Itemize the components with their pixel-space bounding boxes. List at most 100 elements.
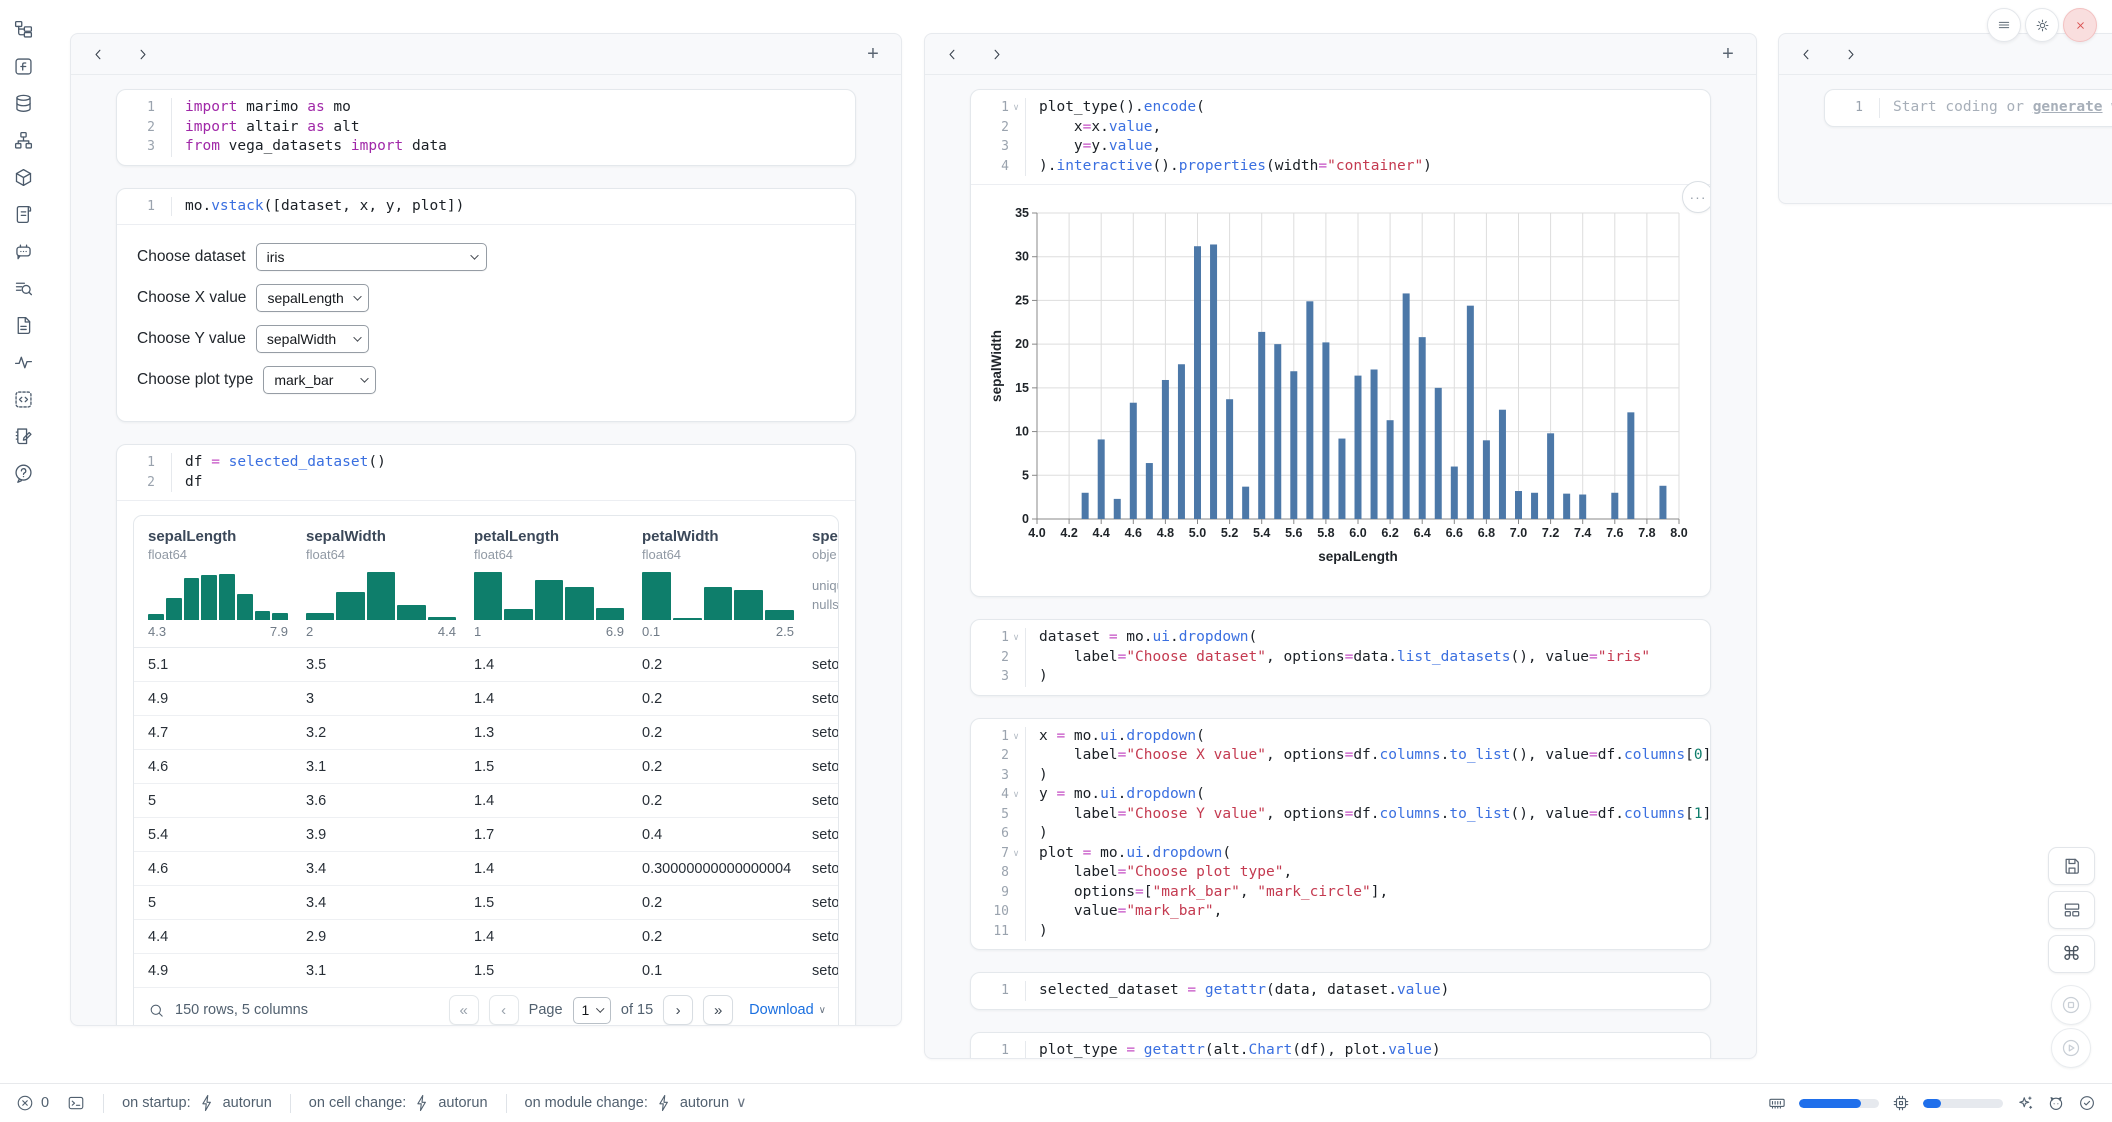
code-text[interactable]: from vega_datasets import data — [185, 137, 447, 157]
chart-bar[interactable] — [1611, 493, 1618, 519]
empty-scratch-cell[interactable]: 1Start coding or generate with — [1824, 89, 2112, 127]
vstack-cell[interactable]: 1mo.vstack([dataset, x, y, plot]) Choose… — [116, 188, 856, 423]
packages-button[interactable] — [8, 162, 38, 192]
code-text[interactable]: label="Choose X value", options=df.colum… — [1039, 746, 1711, 766]
table-row[interactable]: 5.13.51.40.2setos — [134, 648, 838, 682]
dependencies-button[interactable] — [8, 125, 38, 155]
prev-page-button[interactable]: ‹ — [489, 995, 519, 1025]
code-text[interactable]: x = mo.ui.dropdown( — [1039, 727, 1205, 747]
chart-bar[interactable] — [1194, 246, 1201, 519]
table-row[interactable]: 4.73.21.30.2setos — [134, 716, 838, 750]
dataset-select[interactable]: iris — [256, 243, 487, 271]
fold-chevron-icon[interactable]: ∨ — [1009, 727, 1023, 747]
chart-bar[interactable] — [1290, 371, 1297, 519]
file-tree-button[interactable] — [8, 14, 38, 44]
download-button[interactable]: Download∨ — [749, 1002, 826, 1018]
chart-bar[interactable] — [1226, 399, 1233, 519]
code-text[interactable]: x=x.value, — [1039, 118, 1161, 138]
chart-bar[interactable] — [1178, 364, 1185, 519]
chart-bar[interactable] — [1403, 293, 1410, 519]
chart-bar[interactable] — [1499, 410, 1506, 519]
snippets-button[interactable] — [8, 384, 38, 414]
code-text[interactable]: ).interactive().properties(width="contai… — [1039, 157, 1432, 177]
dataset-dropdown-cell[interactable]: 1∨dataset = mo.ui.dropdown(2 label="Choo… — [970, 619, 1711, 696]
code-text[interactable]: ) — [1039, 824, 1048, 844]
first-page-button[interactable]: « — [449, 995, 479, 1025]
search-variables-button[interactable] — [8, 273, 38, 303]
on-startup-setting[interactable]: on startup: autorun — [122, 1094, 272, 1112]
code-text[interactable]: import altair as alt — [185, 118, 360, 138]
y-value-select[interactable]: sepalWidth — [256, 325, 369, 353]
chart-bar[interactable] — [1451, 467, 1458, 519]
chart-bar[interactable] — [1114, 499, 1121, 519]
xy-plot-dropdown-cell[interactable]: 1∨x = mo.ui.dropdown(2 label="Choose X v… — [970, 718, 1711, 951]
code-text[interactable]: ) — [1039, 766, 1048, 786]
chart-bar[interactable] — [1210, 244, 1217, 519]
chart-cell[interactable]: 1∨plot_type().encode(2 x=x.value,3 y=y.v… — [970, 89, 1711, 597]
column-forward-button[interactable] — [131, 43, 153, 65]
chart-bar[interactable] — [1387, 420, 1394, 519]
search-icon[interactable] — [148, 1002, 165, 1019]
add-cell-button[interactable]: + — [861, 42, 885, 66]
chart-bar[interactable] — [1563, 494, 1570, 519]
column-forward-button[interactable] — [985, 43, 1007, 65]
chart-bar[interactable] — [1130, 403, 1137, 519]
chart-bar[interactable] — [1322, 342, 1329, 519]
code-text[interactable]: selected_dataset = getattr(data, dataset… — [1039, 981, 1449, 1001]
fold-chevron-icon[interactable]: ∨ — [1009, 844, 1023, 864]
code-text[interactable]: y=y.value, — [1039, 137, 1161, 157]
chart-bar[interactable] — [1258, 332, 1265, 519]
menu-button[interactable] — [1987, 8, 2021, 42]
code-text[interactable]: df — [185, 473, 202, 493]
layout-toggle-button[interactable] — [2048, 891, 2095, 929]
chart-bar[interactable] — [1579, 495, 1586, 519]
fold-chevron-icon[interactable]: ∨ — [1009, 628, 1023, 648]
table-row[interactable]: 4.63.11.50.2setos — [134, 750, 838, 784]
chart-bar[interactable] — [1515, 491, 1522, 519]
documentation-button[interactable] — [8, 310, 38, 340]
page-select[interactable]: 1 — [573, 997, 611, 1024]
datasources-button[interactable] — [8, 88, 38, 118]
table-row[interactable]: 53.41.50.2setos — [134, 886, 838, 920]
plot-type-select[interactable]: mark_bar — [263, 366, 376, 394]
chart-bar[interactable] — [1371, 369, 1378, 519]
chart-bar[interactable] — [1355, 376, 1362, 519]
code-text[interactable]: Start coding or generate with — [1893, 98, 2112, 118]
save-button[interactable] — [2048, 847, 2095, 885]
fold-chevron-icon[interactable]: ∨ — [1009, 785, 1023, 805]
table-row[interactable]: 4.931.40.2setos — [134, 682, 838, 716]
assistant-bot-icon[interactable] — [2047, 1094, 2065, 1112]
vega-actions-button[interactable]: ··· — [1682, 181, 1711, 213]
chart-bar[interactable] — [1531, 493, 1538, 519]
table-row[interactable]: 53.61.40.2setos — [134, 784, 838, 818]
chart-bar[interactable] — [1483, 440, 1490, 519]
ai-sparkles-icon[interactable] — [2016, 1094, 2034, 1112]
stop-button[interactable] — [2051, 985, 2091, 1025]
tracing-button[interactable] — [8, 347, 38, 377]
fold-chevron-icon[interactable]: ∨ — [1009, 98, 1023, 118]
table-row[interactable]: 5.43.91.70.4setos — [134, 818, 838, 852]
logs-button[interactable] — [8, 199, 38, 229]
code-text[interactable]: y = mo.ui.dropdown( — [1039, 785, 1205, 805]
code-text[interactable]: import marimo as mo — [185, 98, 351, 118]
last-page-button[interactable]: » — [703, 995, 733, 1025]
altair-bar-chart[interactable]: 4.04.24.44.64.85.05.25.45.65.86.06.26.46… — [987, 199, 1694, 582]
table-row[interactable]: 4.93.11.50.1setos — [134, 954, 838, 988]
chart-bar[interactable] — [1082, 493, 1089, 519]
code-text[interactable]: df = selected_dataset() — [185, 453, 386, 473]
chart-bar[interactable] — [1098, 439, 1105, 519]
code-text[interactable]: label="Choose dataset", options=data.lis… — [1039, 648, 1650, 668]
column-back-button[interactable] — [87, 43, 109, 65]
terminal-button[interactable] — [67, 1094, 85, 1112]
chart-bar[interactable] — [1274, 344, 1281, 519]
code-text[interactable]: plot = mo.ui.dropdown( — [1039, 844, 1231, 864]
connected-check-icon[interactable] — [2078, 1094, 2096, 1112]
column-back-button[interactable] — [1795, 43, 1817, 65]
on-module-change-setting[interactable]: on module change: autorun ∨ — [525, 1094, 747, 1112]
chart-bar[interactable] — [1435, 388, 1442, 519]
column-header[interactable]: sepalWidthfloat6424.4 — [306, 528, 474, 639]
settings-button[interactable] — [2025, 8, 2059, 42]
code-text[interactable]: mo.vstack([dataset, x, y, plot]) — [185, 197, 464, 217]
table-row[interactable]: 4.42.91.40.2setos — [134, 920, 838, 954]
code-text[interactable]: label="Choose plot type", — [1039, 863, 1292, 883]
